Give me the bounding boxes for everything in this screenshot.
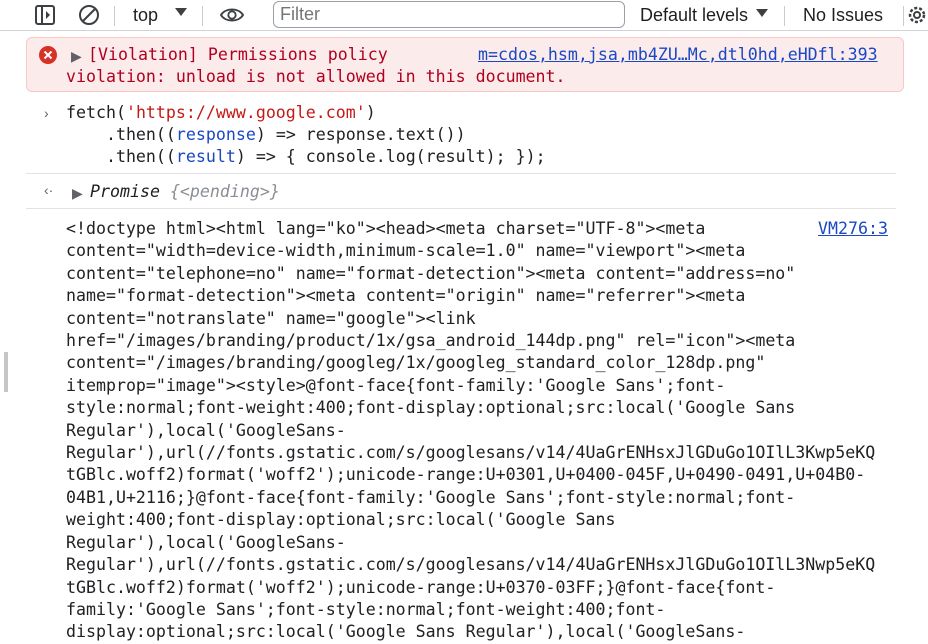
- error-icon: [38, 45, 58, 70]
- log-output-line: display:optional;src:local('Google Sans …: [66, 622, 746, 642]
- divider: [26, 173, 896, 174]
- divider: [26, 208, 896, 209]
- log-output-line: Regular'),url(//fonts.gstatic.com/s/goog…: [66, 555, 876, 575]
- console-toolbar: top Default levels No Issues: [0, 0, 928, 31]
- context-selector[interactable]: top: [133, 4, 158, 26]
- log-output-line: href="/images/branding/product/1x/gsa_an…: [66, 331, 796, 351]
- log-output-line: Regular'),local('GoogleSans-: [66, 532, 346, 552]
- expand-triangle-icon[interactable]: ▶: [72, 185, 83, 202]
- issues-button[interactable]: No Issues: [803, 4, 883, 26]
- log-output-line: weight:400;font-display:optional;src:loc…: [66, 510, 616, 530]
- sidebar-toggle-icon[interactable]: [33, 3, 57, 27]
- filter-input[interactable]: [273, 1, 625, 28]
- result-arrow-icon: ‹·: [44, 182, 54, 198]
- code-text: .then((: [66, 125, 176, 144]
- code-text: .then((: [66, 147, 176, 166]
- log-output-line: family:'Google Sans';font-style:normal;f…: [66, 599, 666, 619]
- code-text: fetch(: [66, 103, 126, 122]
- code-text: ) => response.text()): [255, 125, 466, 144]
- code-text: ): [365, 103, 376, 122]
- promise-result[interactable]: Promise {<pending>}: [90, 181, 280, 203]
- drawer-resize-handle[interactable]: [4, 352, 8, 392]
- violation-line1: [Violation] Permissions policy: [88, 45, 388, 64]
- expand-triangle-icon[interactable]: ▶: [71, 48, 82, 65]
- chevron-down-icon[interactable]: [755, 6, 769, 24]
- log-output-line: tGBlc.woff2)format('woff2');unicode-rang…: [66, 465, 866, 485]
- log-output-line: Regular'),url(//fonts.gstatic.com/s/goog…: [66, 443, 876, 463]
- log-output-line: Regular'),local('GoogleSans-: [66, 420, 346, 440]
- log-output-line: itemprop="image"><style>@font-face{font-…: [66, 375, 726, 395]
- log-output-line: name="format-detection"><meta content="o…: [66, 286, 746, 306]
- code-text: ) => { console.log(result); });: [235, 147, 546, 166]
- log-output-line: content="notranslate" name="google"><lin…: [66, 308, 476, 328]
- clear-console-icon[interactable]: [77, 3, 101, 27]
- log-output-line: content="/images/branding/googleg/1x/goo…: [66, 353, 766, 373]
- string-literal: 'https://www.google.com': [125, 103, 366, 122]
- chevron-down-icon[interactable]: [174, 5, 188, 23]
- log-output-line: content="width=device-width,minimum-scal…: [66, 241, 746, 261]
- violation-source-link[interactable]: m=cdos,hsm,jsa,mb4ZU…Mc,dtl0hd,eHDfl:393: [478, 44, 878, 66]
- violation-line2: violation: unload is not allowed in this…: [66, 67, 566, 86]
- settings-gear-icon[interactable]: [906, 3, 928, 27]
- pending-state: {<pending>}: [169, 182, 280, 201]
- promise-label: Promise: [90, 182, 160, 201]
- toolbar-divider: [202, 6, 203, 26]
- toolbar-divider: [784, 6, 785, 26]
- live-expression-eye-icon[interactable]: [220, 3, 244, 27]
- log-levels-dropdown[interactable]: Default levels: [640, 4, 748, 26]
- param-name: result: [175, 147, 236, 166]
- log-output-line: <!doctype html><html lang="ko"><head><me…: [66, 219, 706, 238]
- log-output-line: 04B1,U+2116;}@font-face{font-family:'Goo…: [66, 487, 796, 507]
- log-output: <!doctype html><html lang="ko"><head><me…: [66, 218, 906, 644]
- input-prompt-chevron-icon: ›: [44, 105, 49, 121]
- param-name: response: [175, 125, 256, 144]
- toolbar-divider: [114, 6, 115, 26]
- log-output-line: content="telephone=no" name="format-dete…: [66, 263, 796, 283]
- toolbar-divider: [903, 6, 904, 26]
- log-output-line: style:normal;font-weight:400;font-displa…: [66, 398, 796, 418]
- log-output-line: tGBlc.woff2)format('woff2');unicode-rang…: [66, 577, 776, 597]
